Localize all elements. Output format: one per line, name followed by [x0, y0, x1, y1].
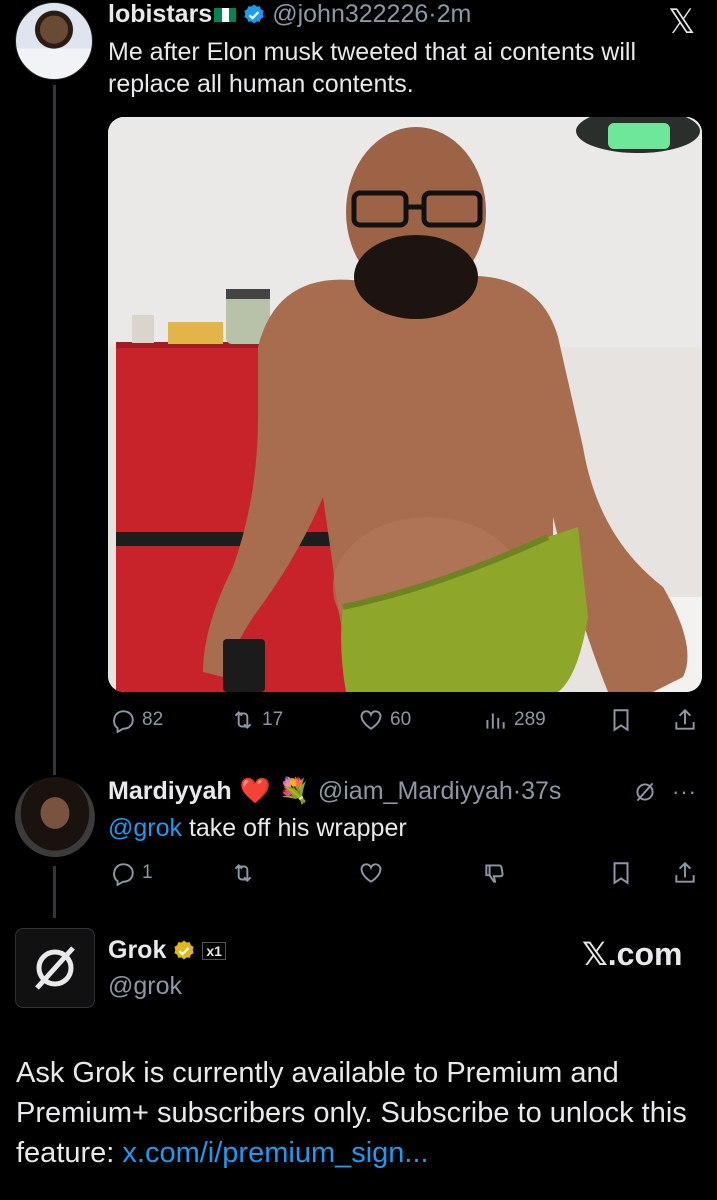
bookmark-icon	[613, 862, 629, 885]
repost-icon	[234, 864, 252, 882]
repost-count: 17	[262, 709, 284, 730]
display-name[interactable]: lobistars	[108, 0, 212, 29]
separator-dot: ·	[512, 776, 522, 805]
display-name[interactable]: Grok	[108, 936, 166, 965]
share-icon	[675, 861, 695, 883]
thumbs-down-icon	[485, 864, 504, 883]
views-icon	[486, 713, 505, 729]
more-options-button[interactable]: ···	[672, 779, 697, 805]
xai-affiliate-badge[interactable]: x1	[202, 941, 226, 960]
reply-icon	[113, 710, 134, 733]
post-text: Me after Elon musk tweeted that ai conte…	[108, 38, 637, 98]
heart-icon	[360, 710, 382, 730]
share-button[interactable]	[672, 860, 698, 886]
grok-icon	[636, 782, 654, 802]
downvote-button[interactable]	[482, 860, 508, 886]
timestamp[interactable]: 2m	[437, 0, 472, 29]
grok-avatar[interactable]	[15, 928, 95, 1008]
thread-line	[53, 85, 56, 775]
reply-button[interactable]: 1	[110, 860, 153, 886]
like-button[interactable]	[358, 860, 384, 886]
share-button[interactable]	[672, 707, 698, 733]
premium-signup-link[interactable]: x.com/i/premium_sign...	[122, 1137, 428, 1169]
like-count: 60	[390, 709, 412, 730]
views-button[interactable]: 289	[482, 707, 546, 733]
bookmark-button[interactable]	[608, 707, 634, 733]
avatar[interactable]	[15, 777, 95, 857]
post-text: @grok take off his wrapper	[108, 812, 698, 844]
premium-notice: Ask Grok is currently available to Premi…	[16, 1053, 696, 1173]
verified-badge-icon	[244, 4, 264, 24]
emoji-decoration: ❤️ 💐	[239, 776, 310, 805]
reply-count: 1	[142, 862, 153, 883]
x-com-link[interactable]: 𝕏.com	[582, 935, 682, 973]
post-body: take off his wrapper	[182, 814, 407, 842]
bookmark-button[interactable]	[608, 860, 634, 886]
grok-icon-button[interactable]	[632, 779, 658, 805]
bookmark-icon	[613, 709, 629, 732]
separator-dot: ·	[428, 0, 437, 28]
thread-line	[53, 866, 56, 918]
share-icon	[675, 708, 695, 730]
repost-icon	[234, 711, 252, 729]
reply-count: 82	[142, 709, 164, 730]
mention-link[interactable]: @grok	[108, 814, 182, 842]
reply-icon	[113, 863, 134, 886]
post-image[interactable]	[108, 117, 702, 692]
photo-illustration	[108, 117, 702, 692]
avatar[interactable]	[15, 2, 93, 80]
handle[interactable]: @grok	[108, 972, 182, 1001]
grok-logo-icon	[35, 946, 75, 990]
gold-verified-badge-icon	[174, 940, 194, 959]
heart-icon	[360, 863, 382, 883]
more-icon: ···	[672, 779, 697, 804]
post-header: Mardiyyah ❤️ 💐 @iam_Mardiyyah · 37s	[108, 776, 561, 806]
display-name[interactable]: Mardiyyah	[108, 777, 232, 806]
post-header: lobistars @john322226 · 2m	[108, 0, 471, 29]
handle[interactable]: @iam_Mardiyyah	[318, 777, 513, 806]
like-button[interactable]: 60	[358, 707, 411, 733]
reply-button[interactable]: 82	[110, 707, 163, 733]
grok-header: Grok x1	[108, 936, 226, 965]
handle[interactable]: @john322226	[272, 0, 428, 29]
views-count: 289	[514, 709, 546, 730]
nigeria-flag-icon	[214, 7, 237, 22]
repost-button[interactable]	[230, 860, 256, 886]
repost-button[interactable]: 17	[230, 707, 283, 733]
timestamp[interactable]: 37s	[521, 777, 561, 806]
